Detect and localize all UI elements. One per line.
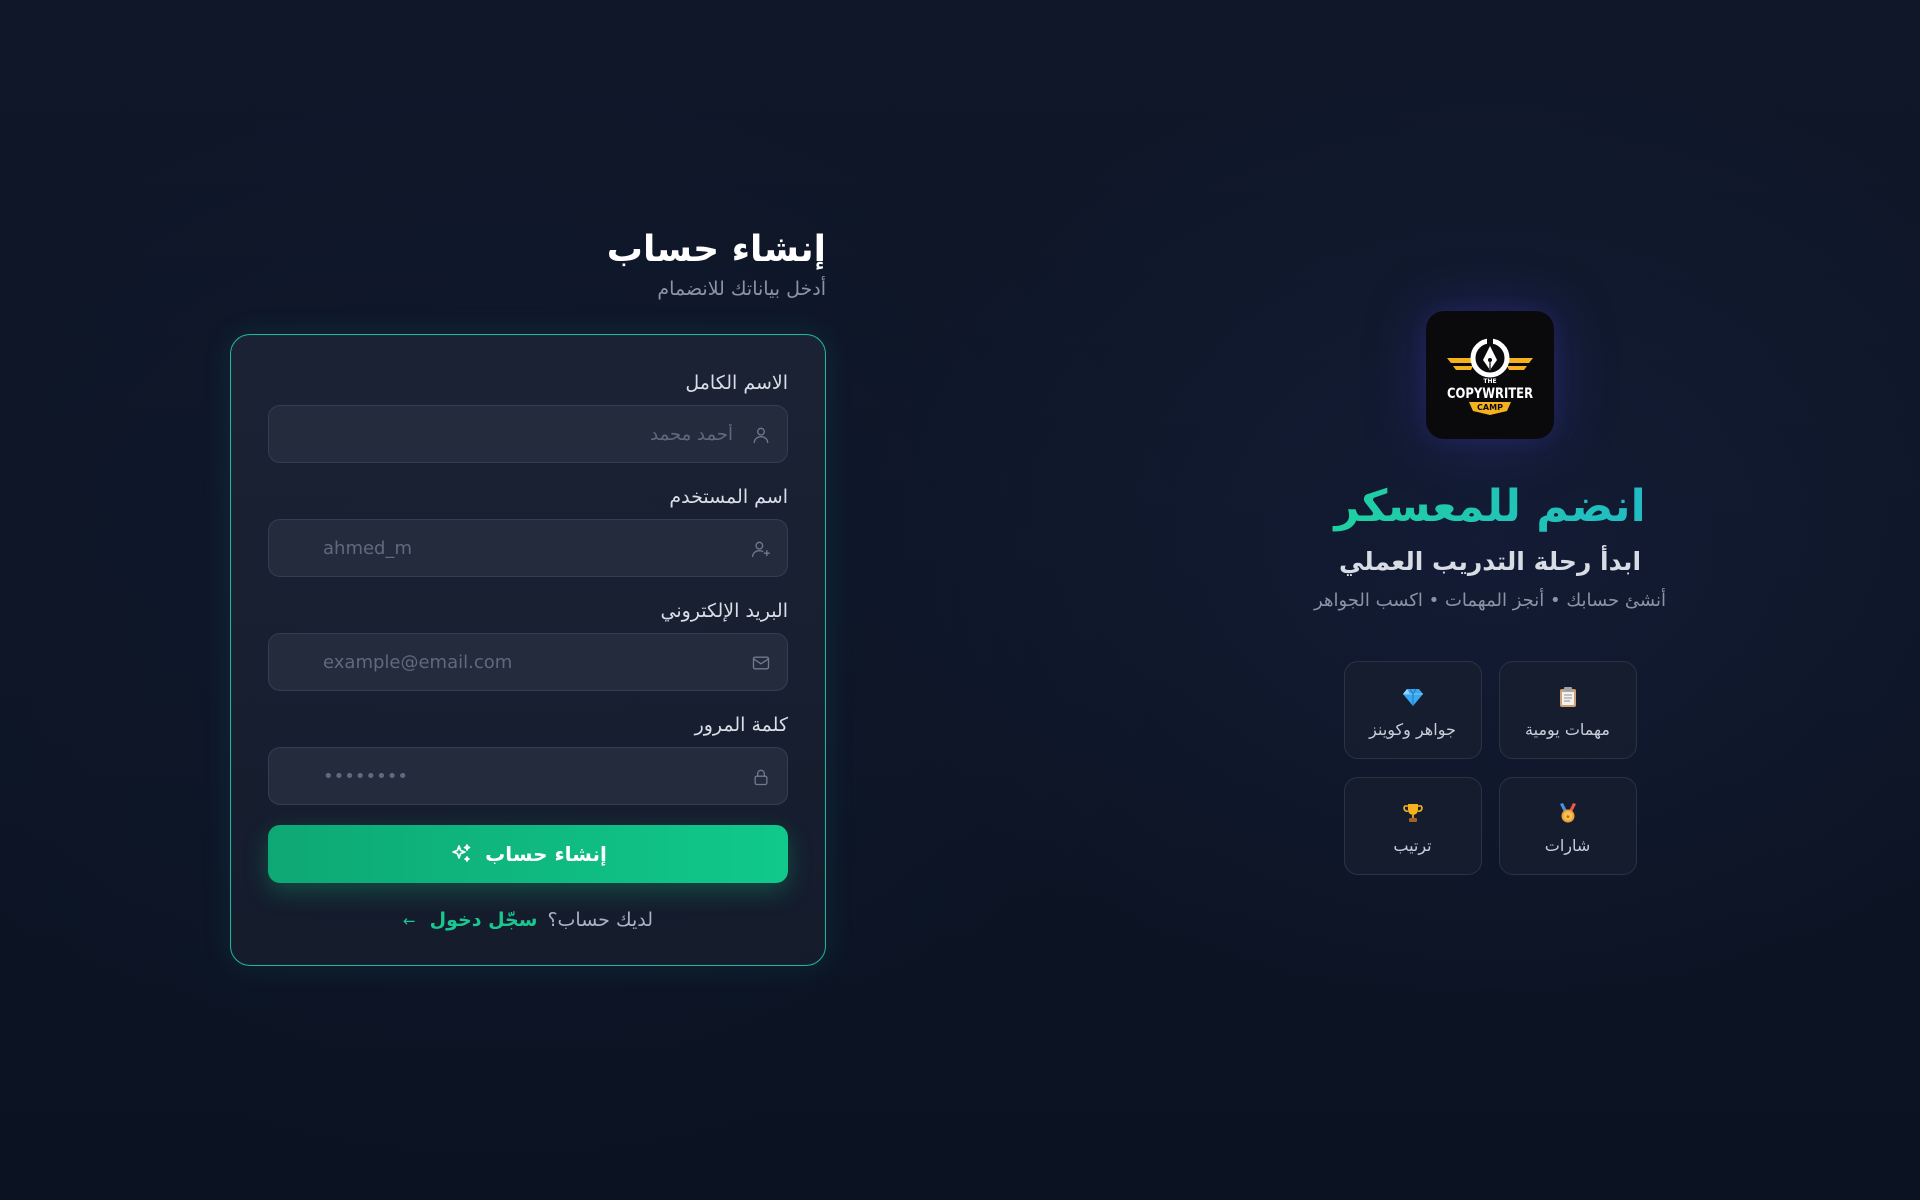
password-field: كلمة المرور	[268, 713, 788, 805]
password-label: كلمة المرور	[694, 714, 788, 736]
mail-icon	[751, 653, 771, 673]
password-input-wrap	[268, 747, 788, 805]
feature-label: جواهر وكوينز	[1369, 719, 1456, 739]
username-field: اسم المستخدم	[268, 485, 788, 577]
create-account-label: إنشاء حساب	[485, 842, 607, 866]
svg-text:★: ★	[1565, 813, 1570, 820]
copywriter-camp-logo: THE COPYWRITER CAMP	[1426, 311, 1554, 439]
full-name-label: الاسم الكامل	[685, 372, 788, 394]
signup-card: الاسم الكامل اسم المستخدم البريد الإلكتر…	[230, 334, 826, 966]
username-label: اسم المستخدم	[669, 486, 788, 508]
full-name-input-wrap	[268, 405, 788, 463]
create-account-button[interactable]: إنشاء حساب	[268, 825, 788, 883]
email-input-wrap	[268, 633, 788, 691]
signup-form-area: إنشاء حساب أدخل بياناتك للانضمام الاسم ا…	[230, 228, 826, 966]
user-icon	[751, 425, 771, 445]
lock-icon	[751, 767, 771, 787]
medal-icon: ★	[1556, 798, 1580, 828]
promo-tagline: أنشئ حسابك • أنجز المهمات • اكسب الجواهر	[1314, 590, 1666, 611]
form-title: إنشاء حساب	[606, 229, 826, 270]
feature-gems-coins: جواهر وكوينز	[1343, 661, 1482, 759]
logo-text-camp: CAMP	[1477, 403, 1503, 412]
username-input-wrap	[268, 519, 788, 577]
arrow-left-icon: ←	[402, 912, 416, 930]
full-name-input[interactable]	[269, 406, 787, 462]
promo-title: انضم للمعسكر	[1290, 479, 1690, 535]
feature-badges: ★ شارات	[1498, 777, 1637, 875]
logo-text-copywriter: COPYWRITER	[1447, 386, 1533, 402]
sparkles-icon	[452, 844, 471, 862]
login-row: لديك حساب؟ سجّل دخول ←	[268, 909, 788, 931]
login-link[interactable]: سجّل دخول	[430, 909, 538, 931]
login-prompt: لديك حساب؟	[547, 909, 654, 931]
feature-label: ترتيب	[1393, 835, 1432, 855]
promo-panel: THE COPYWRITER CAMP انضم للمعسكر ابدأ رح…	[1290, 311, 1690, 875]
feature-daily-tasks: مهمات يومية	[1498, 661, 1637, 759]
logo-text-the: THE	[1483, 378, 1496, 385]
feature-ranking: ترتيب	[1343, 777, 1482, 875]
full-name-field: الاسم الكامل	[268, 371, 788, 463]
clipboard-icon	[1556, 682, 1580, 712]
promo-subtitle: ابدأ رحلة التدريب العملي	[1338, 547, 1642, 576]
email-field: البريد الإلكتروني	[268, 599, 788, 691]
form-subtitle: أدخل بياناتك للانضمام	[657, 278, 826, 300]
trophy-icon	[1401, 798, 1425, 828]
email-input[interactable]	[269, 634, 787, 690]
feature-label: مهمات يومية	[1525, 719, 1610, 739]
form-header: إنشاء حساب أدخل بياناتك للانضمام	[230, 228, 826, 300]
gem-icon	[1401, 682, 1425, 712]
feature-label: شارات	[1544, 835, 1591, 855]
username-input[interactable]	[269, 520, 787, 576]
features-grid: مهمات يومية جواهر وكوينز ★ شارات ترتيب	[1343, 661, 1637, 875]
user-plus-icon	[751, 539, 771, 559]
password-input[interactable]	[269, 748, 787, 804]
email-label: البريد الإلكتروني	[660, 600, 789, 622]
